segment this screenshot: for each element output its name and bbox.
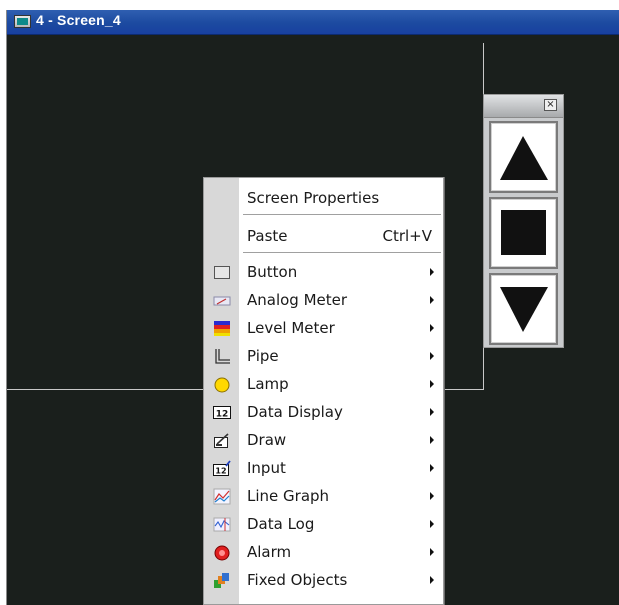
triangle-up-icon [500, 136, 548, 180]
menu-item-alarm[interactable]: Alarm [204, 540, 443, 564]
line-graph-icon [213, 488, 231, 505]
pipe-icon [215, 349, 230, 364]
alarm-icon [214, 545, 230, 561]
menu-item-label: Pipe [247, 347, 279, 365]
menu-item-shortcut: Ctrl+V [382, 227, 432, 245]
draw-icon [214, 433, 229, 448]
menu-item-data-log[interactable]: Data Log [204, 512, 443, 536]
menu-separator [243, 214, 441, 215]
data-log-icon [213, 517, 231, 532]
stop-button[interactable] [489, 197, 558, 269]
submenu-arrow-icon [430, 464, 434, 472]
menu-item-lamp[interactable]: Lamp [204, 372, 443, 396]
menu-item-label: Data Display [247, 403, 343, 421]
up-arrow-button[interactable] [489, 121, 558, 193]
window-title: 4 - Screen_4 [36, 12, 121, 28]
submenu-arrow-icon [430, 268, 434, 276]
submenu-arrow-icon [430, 352, 434, 360]
close-icon[interactable]: × [544, 99, 557, 111]
menu-item-label: Lamp [247, 375, 289, 393]
down-arrow-button[interactable] [489, 273, 558, 345]
menu-item-analog-meter[interactable]: Analog Meter [204, 288, 443, 312]
input-icon: 12 [213, 460, 231, 476]
menu-item-level-meter[interactable]: Level Meter [204, 316, 443, 340]
svg-text:12: 12 [215, 467, 226, 476]
level-meter-icon [214, 321, 230, 336]
submenu-arrow-icon [430, 408, 434, 416]
menu-item-data-display[interactable]: 12 Data Display [204, 400, 443, 424]
arrow-toolbar[interactable]: × [483, 94, 564, 348]
menu-item-label: Screen Properties [247, 189, 380, 207]
menu-item-fixed-objects[interactable]: Fixed Objects [204, 568, 443, 592]
submenu-arrow-icon [430, 436, 434, 444]
submenu-arrow-icon [430, 380, 434, 388]
menu-item-pipe[interactable]: Pipe [204, 344, 443, 368]
menu-item-label: Draw [247, 431, 287, 449]
analog-meter-icon [213, 296, 231, 306]
square-stop-icon [501, 210, 546, 255]
menu-item-label: Level Meter [247, 319, 335, 337]
menu-item-label: Paste [247, 227, 288, 245]
menu-item-line-graph[interactable]: Line Graph [204, 484, 443, 508]
menu-item-input[interactable]: 12 Input [204, 456, 443, 480]
button-icon [214, 266, 230, 279]
fixed-objects-icon [214, 573, 229, 588]
menu-item-label: Analog Meter [247, 291, 348, 309]
lamp-icon [214, 377, 230, 393]
title-bar[interactable]: 4 - Screen_4 [7, 10, 619, 35]
submenu-arrow-icon [430, 296, 434, 304]
menu-item-label: Fixed Objects [247, 571, 348, 589]
screen-icon [14, 15, 31, 28]
menu-item-label: Alarm [247, 543, 292, 561]
menu-item-button[interactable]: Button [204, 260, 443, 284]
menu-item-label: Line Graph [247, 487, 330, 505]
toolbar-handle[interactable]: × [484, 95, 563, 118]
menu-separator [243, 252, 441, 253]
data-display-icon: 12 [213, 406, 231, 420]
submenu-arrow-icon [430, 492, 434, 500]
context-menu: Screen Properties Paste Ctrl+V Button An… [203, 177, 444, 605]
submenu-arrow-icon [430, 576, 434, 584]
submenu-arrow-icon [430, 520, 434, 528]
menu-item-label: Input [247, 459, 286, 477]
menu-item-draw[interactable]: Draw [204, 428, 443, 452]
triangle-down-icon [500, 287, 548, 332]
menu-item-label: Data Log [247, 515, 315, 533]
submenu-arrow-icon [430, 324, 434, 332]
menu-item-screen-properties[interactable]: Screen Properties [204, 186, 443, 210]
svg-text:12: 12 [216, 410, 229, 420]
menu-item-label: Button [247, 263, 298, 281]
submenu-arrow-icon [430, 548, 434, 556]
menu-item-paste[interactable]: Paste Ctrl+V [204, 224, 443, 248]
